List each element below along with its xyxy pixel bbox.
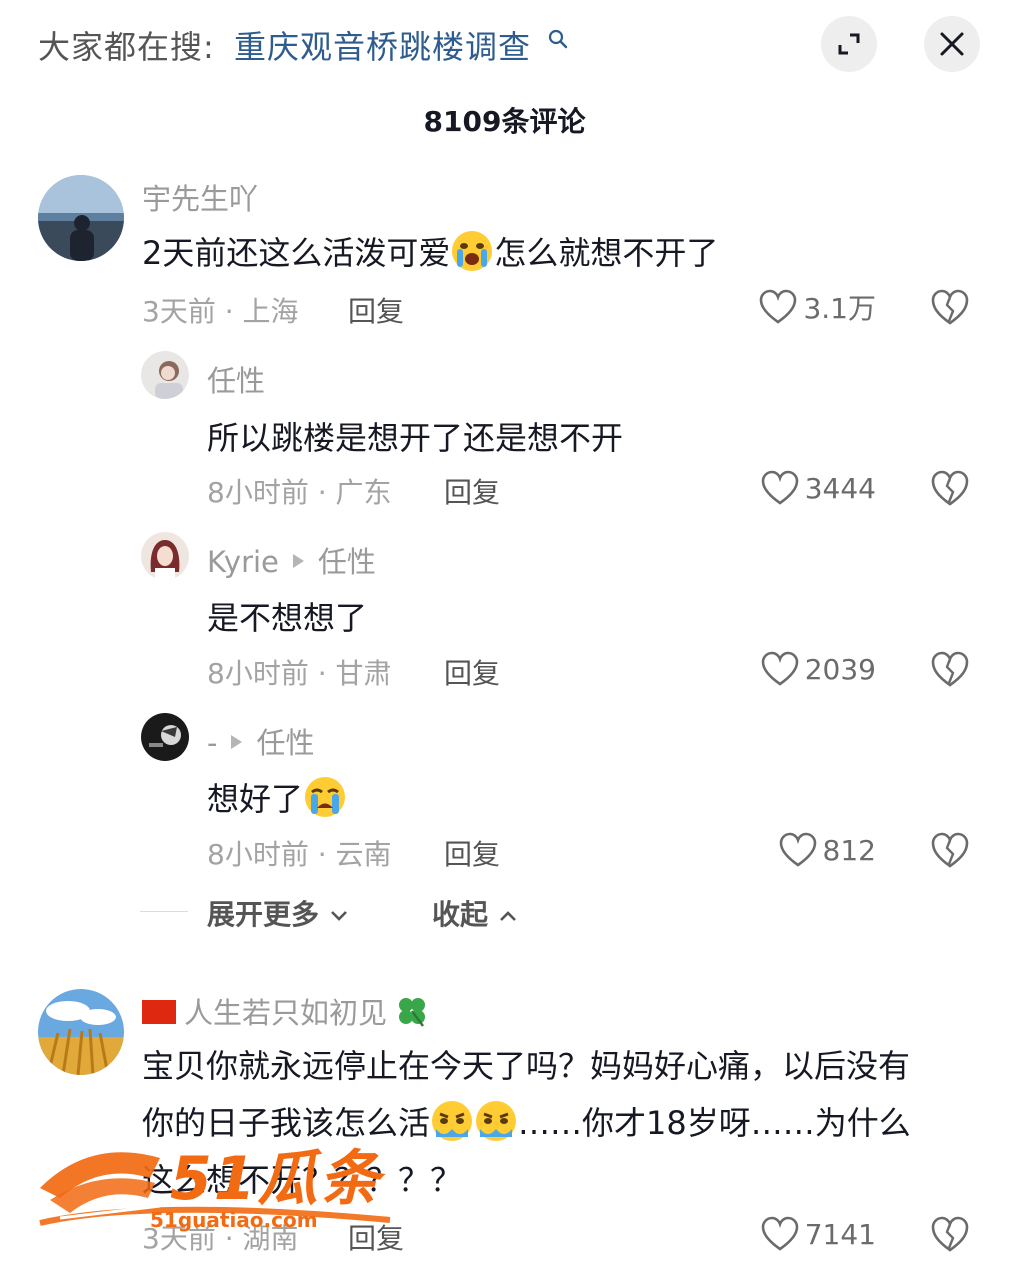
comment-meta: 8小时前 · 甘肃 bbox=[207, 657, 392, 690]
like-button[interactable]: 2039 bbox=[716, 649, 876, 689]
avatar[interactable] bbox=[141, 351, 189, 399]
reply-arrow-icon bbox=[292, 554, 304, 568]
reply-button[interactable]: 回复 bbox=[348, 290, 404, 330]
trending-search-prefix: 大家都在搜: bbox=[38, 28, 215, 66]
close-icon bbox=[940, 32, 964, 56]
chevron-up-icon bbox=[499, 911, 516, 921]
expand-icon bbox=[838, 33, 860, 55]
trending-search-link[interactable]: 重庆观音桥跳楼调查 bbox=[234, 22, 531, 68]
heart-icon bbox=[761, 470, 799, 505]
china-flag-icon bbox=[142, 1000, 176, 1024]
fullscreen-button[interactable] bbox=[821, 16, 877, 72]
like-count: 812 bbox=[822, 833, 876, 867]
search-icon[interactable] bbox=[547, 28, 569, 50]
reply-to-username[interactable]: 任性 bbox=[256, 726, 314, 760]
thread-divider bbox=[140, 911, 188, 912]
avatar[interactable] bbox=[141, 532, 189, 580]
close-button[interactable] bbox=[924, 16, 980, 72]
comment-count-title: 8109条评论 bbox=[423, 105, 586, 138]
expand-more-replies-button[interactable]: 展开更多 bbox=[207, 893, 349, 933]
crying-face-emoji-icon bbox=[476, 1101, 517, 1141]
heart-icon bbox=[760, 289, 797, 324]
reply-button[interactable]: 回复 bbox=[444, 833, 500, 873]
chevron-down-icon bbox=[330, 911, 347, 921]
reply-arrow-icon bbox=[231, 735, 243, 749]
comment-username[interactable]: 宇先生吖 bbox=[142, 176, 258, 218]
watermark-url: 51guatiao.com bbox=[150, 1208, 318, 1232]
comment-username[interactable]: Kyrie 任性 bbox=[207, 539, 376, 581]
four-leaf-clover-icon bbox=[399, 998, 426, 1027]
broken-heart-icon[interactable] bbox=[930, 287, 970, 327]
broken-heart-icon[interactable] bbox=[930, 830, 970, 870]
broken-heart-icon[interactable] bbox=[930, 468, 970, 508]
comment-meta: 8小时前 · 广东 bbox=[207, 476, 392, 509]
broken-heart-icon[interactable] bbox=[930, 649, 970, 689]
like-button[interactable]: 7141 bbox=[716, 1214, 876, 1254]
collapse-replies-button[interactable]: 收起 bbox=[432, 893, 518, 933]
like-count: 2039 bbox=[804, 652, 876, 686]
avatar[interactable] bbox=[141, 713, 189, 761]
crying-face-emoji-icon bbox=[452, 231, 493, 271]
comment-username[interactable]: 人生若只如初见 bbox=[142, 990, 429, 1032]
heart-icon bbox=[779, 832, 816, 867]
like-count: 7141 bbox=[804, 1217, 876, 1251]
top-bar: 大家都在搜: 重庆观音桥跳楼调查 bbox=[0, 0, 1009, 90]
like-button[interactable]: 3.1万 bbox=[716, 287, 876, 327]
loudly-crying-face-emoji-icon bbox=[305, 777, 346, 817]
comment-text: 所以跳楼是想开了还是想不开 bbox=[207, 419, 624, 457]
like-button[interactable]: 3444 bbox=[716, 468, 876, 508]
comment-username[interactable]: - 任性 bbox=[207, 720, 314, 762]
comment-text: 2天前还这么活泼可爱 怎么就想不开了 bbox=[142, 228, 718, 277]
heart-icon bbox=[761, 651, 799, 686]
reply-button[interactable]: 回复 bbox=[444, 652, 500, 692]
like-button[interactable]: 812 bbox=[716, 830, 876, 870]
comment-username[interactable]: 任性 bbox=[207, 358, 265, 400]
comment-text: 是不想想了 bbox=[207, 599, 368, 637]
crying-face-emoji-icon bbox=[432, 1101, 473, 1141]
reply-button[interactable]: 回复 bbox=[444, 471, 500, 511]
comment-meta: 3天前 · 上海 bbox=[142, 295, 299, 328]
avatar[interactable] bbox=[38, 989, 124, 1075]
comment-meta: 8小时前 · 云南 bbox=[207, 838, 392, 871]
comment-text: 想好了 bbox=[207, 774, 347, 823]
like-count: 3.1万 bbox=[803, 292, 876, 325]
reply-to-username[interactable]: 任性 bbox=[318, 545, 376, 579]
watermark-brand: 51瓜条 bbox=[170, 1144, 382, 1214]
avatar[interactable] bbox=[38, 175, 124, 261]
like-count: 3444 bbox=[804, 471, 876, 505]
broken-heart-icon[interactable] bbox=[930, 1214, 970, 1254]
heart-icon bbox=[761, 1216, 799, 1251]
